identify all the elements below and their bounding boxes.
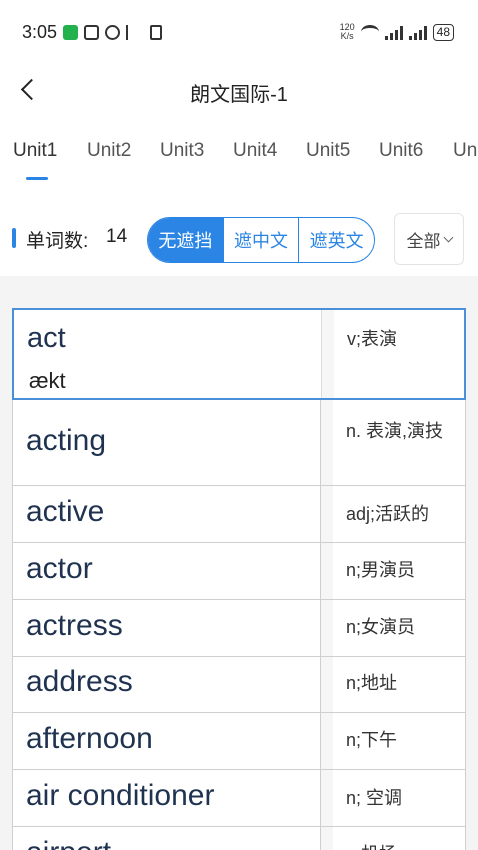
column-separator [321,600,333,656]
column-separator [321,770,333,826]
word-cell: actor [13,543,321,599]
word-text: air conditioner [26,779,215,812]
definition-text: n;地址 [346,673,398,693]
column-separator [321,486,333,542]
definition-text: n; 空调 [346,788,403,808]
filter-label: 全部 [406,231,441,251]
table-row[interactable]: actress n;女演员 [12,600,466,657]
tab-unit6[interactable]: Unit6 [379,140,423,162]
table-row[interactable]: address n;地址 [12,657,466,713]
definition-text: n;女演员 [346,617,416,637]
table-row[interactable]: afternoon n;下午 [12,713,466,770]
status-left: 3:05 [22,21,163,43]
word-count-label: 单词数: [26,231,89,252]
table-row[interactable]: act ækt v;表演 [12,308,466,400]
word-toolbar: 单词数: 14 无遮挡 遮中文 遮英文 全部 [0,210,478,266]
tab-unit1[interactable]: Unit1 [13,140,57,162]
table-row[interactable]: air conditioner n; 空调 [12,770,466,827]
column-separator [321,543,333,599]
signal-icon [384,25,403,40]
word-cell: acting [13,400,321,485]
phonetic-text: ækt [29,368,66,393]
status-bar: 3:05 120 K/s 48 [0,0,478,64]
vibrate-icon [150,24,163,40]
section-divider [0,276,478,296]
tab-unit2[interactable]: Unit2 [87,140,131,162]
table-row[interactable]: acting n. 表演,演技 [12,400,466,486]
word-cell: address [13,657,321,712]
definition-text: adj;活跃的 [346,504,430,524]
word-text: actress [26,609,123,642]
word-cell: act ækt [14,310,322,398]
definition-text: n;机场 [346,841,455,850]
word-text: address [26,665,133,698]
status-right: 120 K/s 48 [340,23,454,41]
tab-unit4[interactable]: Unit4 [233,140,277,162]
mode-no-mask-button[interactable]: 无遮挡 [148,218,224,262]
table-row[interactable]: active adj;活跃的 [12,486,466,543]
word-cell: airport [13,827,321,850]
table-row[interactable]: airport n;机场 [12,827,466,850]
column-separator [321,827,333,850]
unit-tabs: Unit1 Unit2 Unit3 Unit4 Unit5 Unit6 Un [0,130,478,182]
status-time: 3:05 [22,21,58,42]
definition-text: n. 表演,演技 [346,421,444,441]
mask-mode-selector: 无遮挡 遮中文 遮英文 [147,217,375,263]
word-cell: actress [13,600,321,656]
filter-dropdown[interactable]: 全部 [394,213,464,265]
definition-text: v;表演 [347,329,398,349]
definition-text: n;男演员 [346,560,416,580]
alarm-icon [105,24,121,40]
table-row[interactable]: actor n;男演员 [12,543,466,600]
nav-bar: 朗文国际-1 [0,64,478,116]
page-title: 朗文国际-1 [190,84,288,106]
wechat-notification-icon [63,24,79,40]
column-separator [322,310,334,398]
network-speed-unit: K/s [340,31,354,41]
tab-unit3[interactable]: Unit3 [160,140,204,162]
bluetooth-icon [126,24,144,40]
tab-unit5[interactable]: Unit5 [306,140,350,162]
tab-unit7[interactable]: Un [453,140,477,162]
word-text: acting [26,424,107,457]
word-text: airport [26,836,111,850]
word-cell: active [13,486,321,542]
network-speed: 120 K/s [340,23,355,41]
word-table: act ækt v;表演 acting n. 表演,演技 active adj;… [0,296,478,850]
wifi-icon [360,25,379,39]
column-separator [321,657,333,712]
word-text: actor [26,552,93,585]
column-separator [321,713,333,769]
word-text: active [26,495,105,528]
word-cell: afternoon [13,713,321,769]
mode-mask-chinese-button[interactable]: 遮中文 [224,218,300,262]
chevron-down-icon [443,232,453,242]
active-tab-indicator [26,177,48,180]
nfc-icon [84,24,100,40]
battery-icon: 48 [432,23,454,41]
word-cell: air conditioner [13,770,321,826]
word-text: act [27,322,66,354]
signal-2-icon [408,25,427,40]
column-separator [321,400,333,485]
definition-text: n;下午 [346,730,398,750]
word-text: afternoon [26,722,153,755]
word-count-value: 14 [106,226,128,247]
mode-mask-english-button[interactable]: 遮英文 [299,218,374,262]
count-accent-bar [12,228,16,248]
